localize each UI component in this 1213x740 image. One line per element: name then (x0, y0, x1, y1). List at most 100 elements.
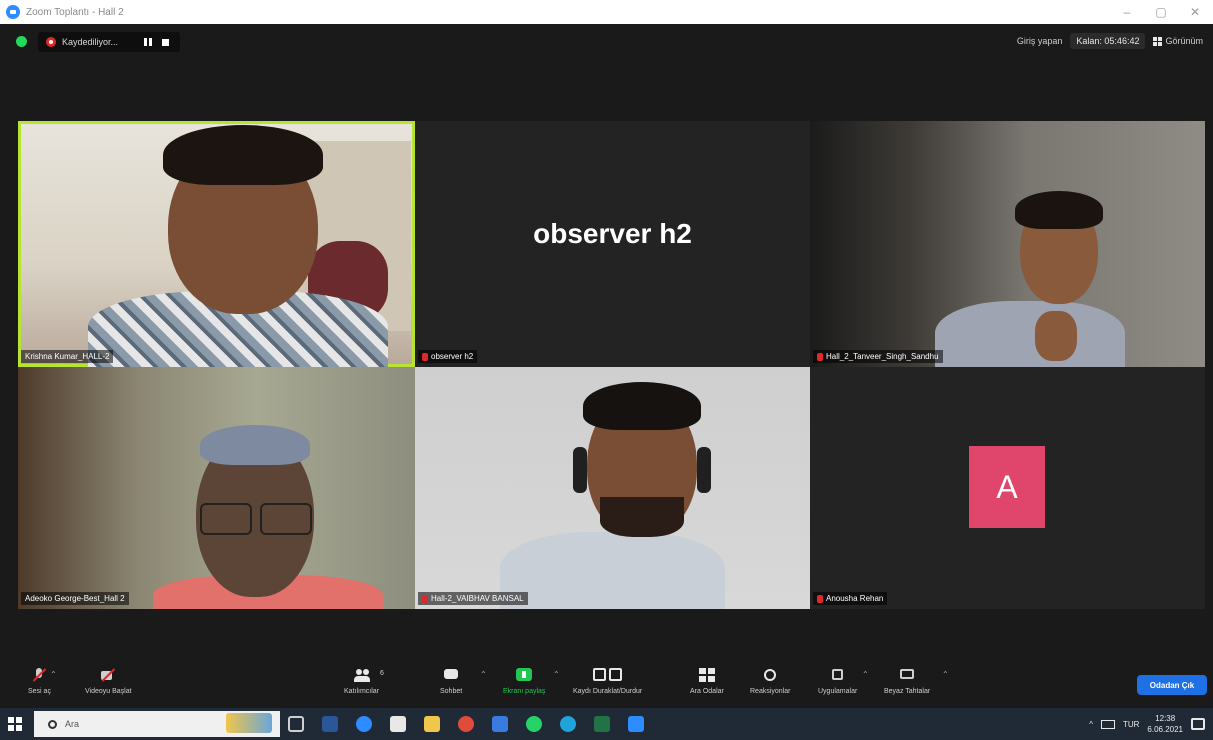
word-app-icon[interactable] (322, 716, 338, 732)
whiteboard-label: Beyaz Tahtalar (884, 688, 931, 695)
whatsapp-app-icon[interactable] (526, 716, 542, 732)
gallery-view-icon (1153, 36, 1163, 46)
video-tile-anousha[interactable]: A Anousha Rehan (810, 367, 1205, 609)
participant-name-tag: observer h2 (418, 350, 478, 363)
participant-name: Adeoko George-Best_Hall 2 (25, 594, 125, 603)
search-highlight-image (226, 713, 272, 733)
apps-button[interactable]: ⌃ Uygulamalar (818, 668, 869, 695)
participant-name-tag: Hall_2_Tanveer_Singh_Sandhu (813, 350, 943, 363)
mic-muted-icon (31, 668, 47, 682)
view-label: Görünüm (1165, 36, 1203, 46)
excel-app-icon[interactable] (594, 716, 610, 732)
participants-button[interactable]: 6 Katılımcılar (344, 668, 384, 695)
system-tray: ^ TUR 12:38 6.06.2021 (1089, 708, 1205, 740)
clock-time: 12:38 (1155, 714, 1176, 723)
video-tile-vaibhav[interactable]: Hall-2_VAIBHAV BANSAL (415, 367, 810, 609)
topbar-right: Giriş yapan Kalan: 05:46:42 Görünüm (1017, 33, 1203, 49)
chevron-up-icon[interactable]: ⌃ (480, 670, 487, 679)
share-screen-label: Ekranı paylaş (503, 688, 546, 695)
recording-label: Kaydediliyor... (62, 37, 119, 47)
muted-mic-icon (422, 594, 428, 603)
view-button[interactable]: Görünüm (1153, 36, 1203, 46)
breakout-rooms-button[interactable]: Ara Odalar (690, 668, 724, 695)
participants-count: 6 (380, 670, 384, 677)
chat-icon (443, 668, 459, 682)
participant-avatar: A (969, 446, 1045, 528)
participant-name: observer h2 (431, 352, 474, 361)
whiteboard-button[interactable]: ⌃ Beyaz Tahtalar (884, 668, 949, 695)
system-clock[interactable]: 12:38 6.06.2021 (1147, 713, 1183, 735)
chevron-up-icon[interactable]: ^ (1089, 720, 1093, 729)
chevron-up-icon[interactable]: ⌃ (553, 670, 560, 679)
pause-recording-icon[interactable] (144, 38, 152, 46)
muted-mic-icon (422, 352, 428, 361)
language-indicator[interactable]: TUR (1123, 720, 1139, 729)
record-controls-button[interactable]: Kaydı Duraklat/Durdur (573, 668, 642, 695)
search-placeholder: Ara (65, 719, 80, 729)
task-view-icon[interactable] (288, 716, 304, 732)
window-title: Zoom Toplantı - Hall 2 (26, 6, 124, 18)
minimize-button[interactable]: – (1110, 0, 1144, 24)
docs-app-icon[interactable] (492, 716, 508, 732)
reactions-label: Reaksiyonlar (750, 688, 791, 695)
meeting-timer: Kalan: 05:46:42 (1070, 33, 1146, 49)
video-tile-tanveer[interactable]: Hall_2_Tanveer_Singh_Sandhu (810, 121, 1205, 367)
meeting-topbar: Kaydediliyor... Giriş yapan Kalan: 05:46… (0, 24, 1213, 60)
windows-start-icon[interactable] (8, 717, 22, 731)
participant-name: Hall_2_Tanveer_Singh_Sandhu (826, 352, 939, 361)
zoom-meeting-app-icon[interactable] (628, 716, 644, 732)
share-screen-icon (516, 668, 533, 682)
leave-meeting-button[interactable]: Odadan Çık (1137, 675, 1207, 695)
recording-icon (46, 37, 56, 47)
muted-mic-icon (817, 594, 823, 603)
video-tile-krishna[interactable]: Krishna Kumar_HALL-2 (18, 121, 415, 367)
apps-label: Uygulamalar (818, 688, 858, 695)
participant-name-tag: Adeoko George-Best_Hall 2 (21, 592, 129, 605)
start-video-button[interactable]: Videoyu Başlat (85, 668, 132, 695)
taskbar-search[interactable]: Ara (34, 711, 280, 737)
record-controls-label: Kaydı Duraklat/Durdur (573, 688, 643, 695)
zoom-taskbar-icon[interactable] (356, 716, 372, 732)
recording-indicator: Kaydediliyor... (38, 32, 180, 52)
whiteboard-icon (899, 668, 915, 682)
unmute-button[interactable]: ⌃ Sesi aç (28, 668, 57, 695)
close-button[interactable]: ✕ (1178, 0, 1212, 24)
maximize-button[interactable]: ▢ (1144, 0, 1178, 24)
chevron-up-icon[interactable]: ⌃ (942, 670, 949, 679)
keyboard-icon[interactable] (1100, 719, 1115, 729)
notification-icon[interactable] (1191, 718, 1205, 730)
meeting-toolbar: ⌃ Sesi aç Videoyu Başlat 6 Katılımcılar … (0, 664, 1213, 708)
signed-in-label[interactable]: Giriş yapan (1017, 36, 1063, 46)
pause-stop-icon (592, 668, 623, 682)
windows-taskbar: Ara ^ TUR 12:38 6.06.2021 (0, 708, 1213, 740)
chevron-up-icon[interactable]: ⌃ (50, 670, 57, 679)
video-off-icon (100, 668, 116, 682)
video-tile-observer[interactable]: observer h2 observer h2 (415, 121, 810, 367)
security-shield-icon[interactable] (16, 36, 27, 47)
search-icon (48, 719, 57, 729)
participants-icon (353, 668, 370, 682)
stop-recording-icon[interactable] (162, 38, 169, 46)
participants-label: Katılımcılar (344, 688, 380, 695)
participant-name: Krishna Kumar_HALL-2 (25, 352, 110, 361)
chat-button[interactable]: ⌃ Sohbet (440, 668, 487, 695)
breakout-rooms-icon (698, 668, 715, 682)
unmute-label: Sesi aç (28, 688, 51, 695)
file-explorer-icon[interactable] (424, 716, 440, 732)
share-screen-button[interactable]: ⌃ Ekranı paylaş (503, 668, 560, 695)
apps-icon (830, 668, 846, 682)
chevron-up-icon[interactable]: ⌃ (862, 670, 869, 679)
participant-name: Anousha Rehan (826, 594, 884, 603)
acrobat-app-icon[interactable] (390, 716, 406, 732)
muted-mic-icon (817, 352, 823, 361)
participant-name: Hall-2_VAIBHAV BANSAL (431, 594, 524, 603)
participant-display-name: observer h2 (533, 218, 692, 249)
reactions-icon (762, 668, 778, 682)
clock-date: 6.06.2021 (1147, 725, 1183, 734)
reactions-button[interactable]: Reaksiyonlar (750, 668, 790, 695)
participant-name-tag: Anousha Rehan (813, 592, 888, 605)
edge-app-icon[interactable] (560, 716, 576, 732)
start-video-label: Videoyu Başlat (85, 688, 132, 695)
video-tile-adeoko[interactable]: Adeoko George-Best_Hall 2 (18, 367, 415, 609)
chrome-app-icon[interactable] (458, 716, 474, 732)
